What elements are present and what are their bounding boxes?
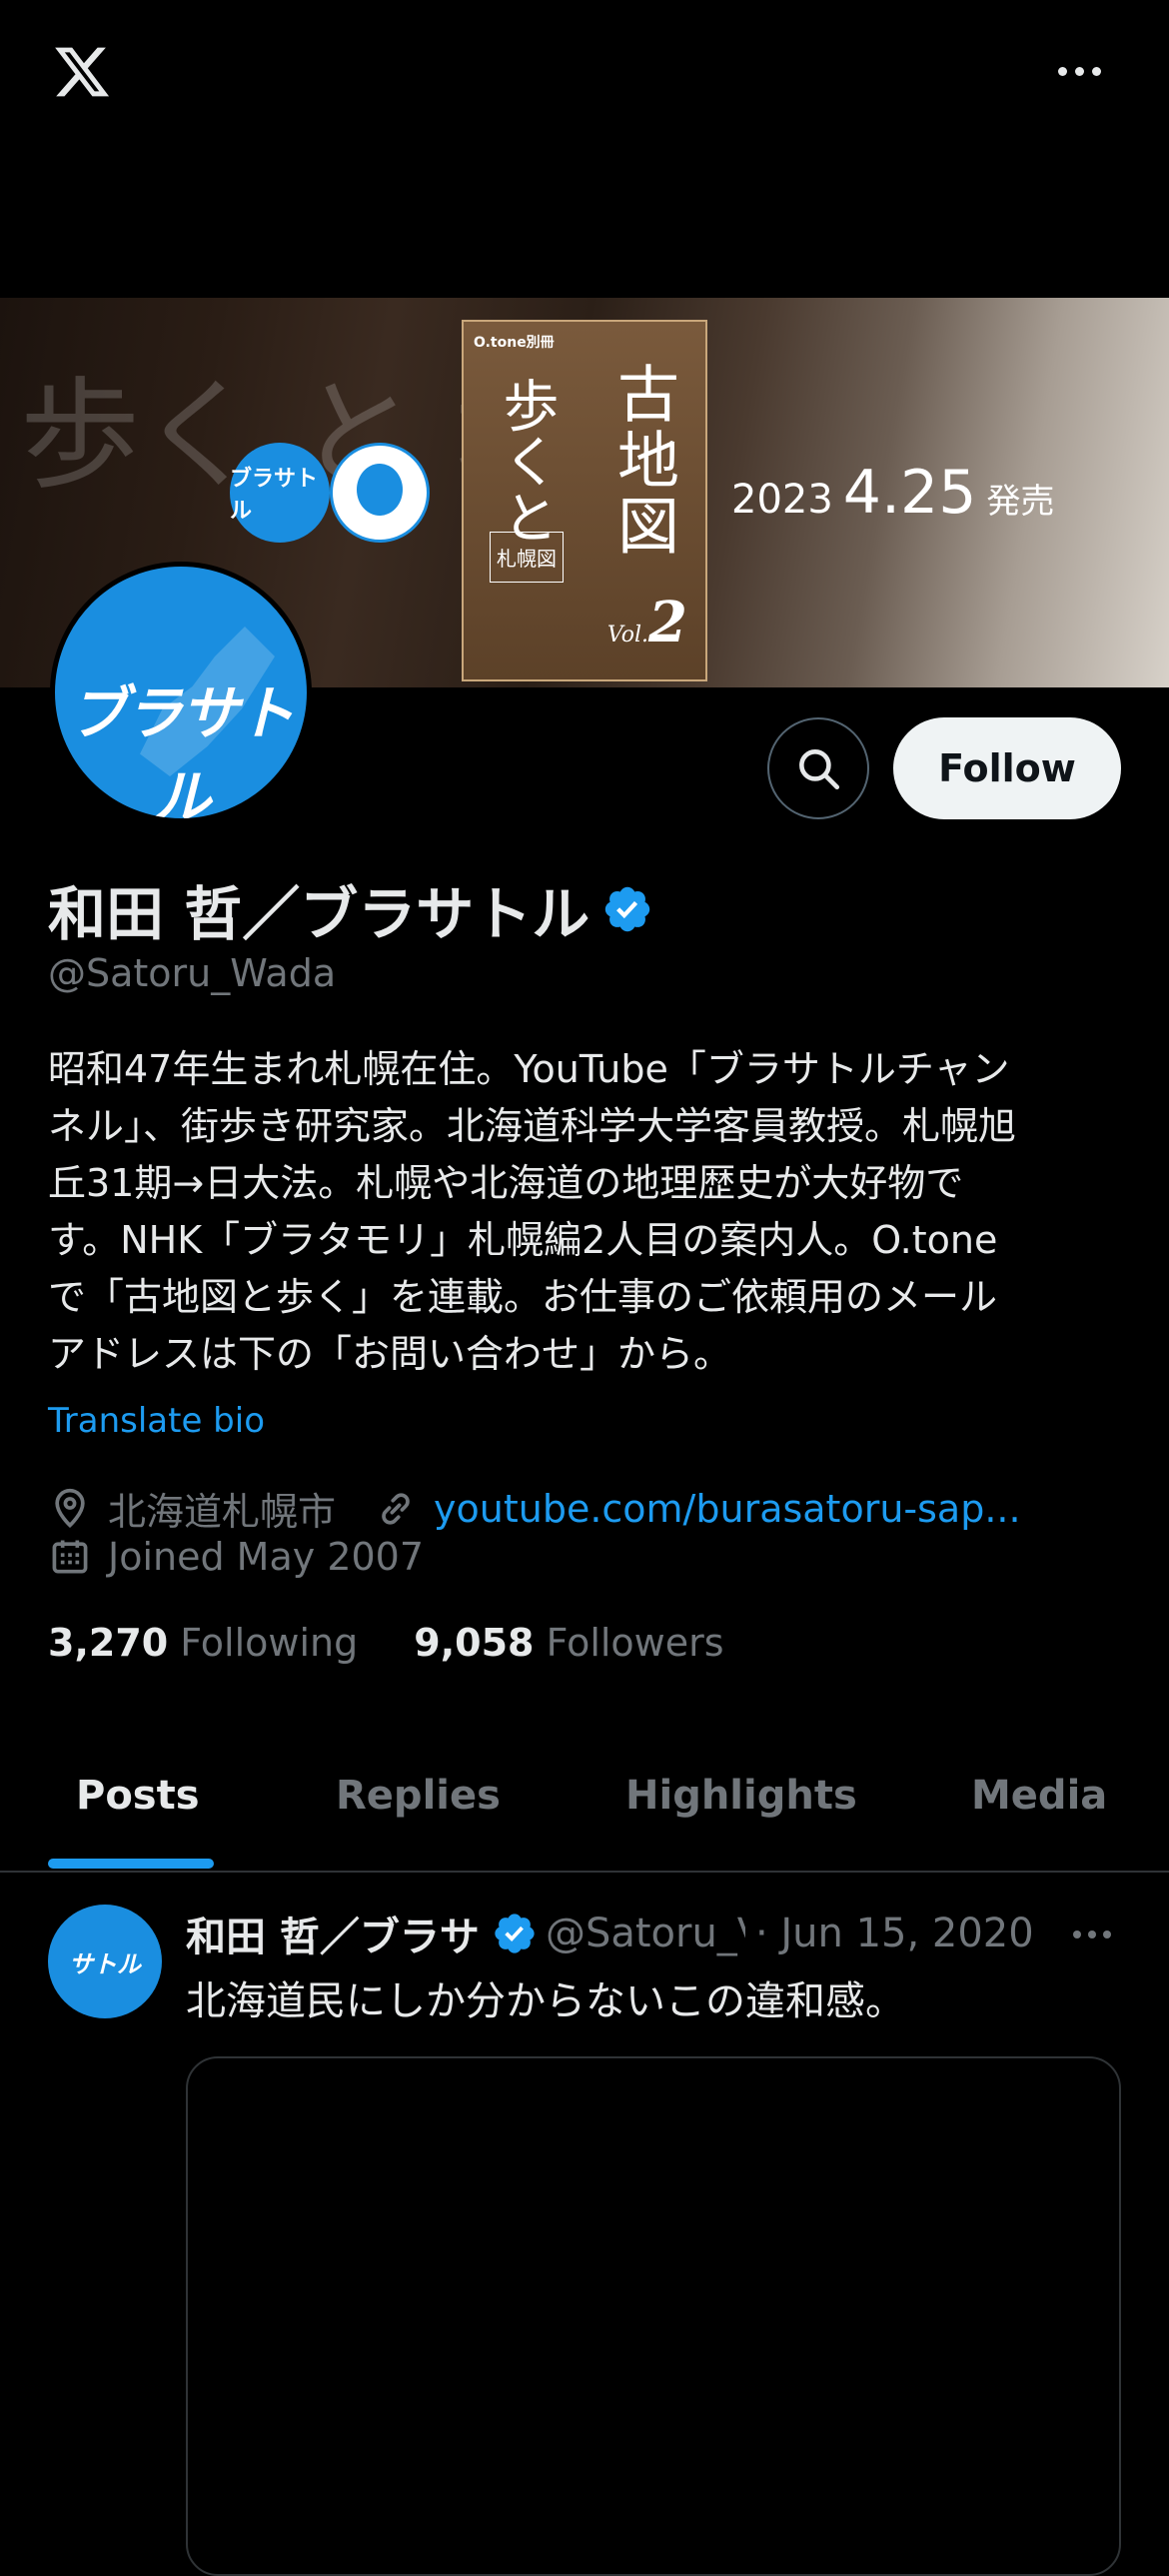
profile-location: 北海道札幌市 [108,1490,337,1534]
following-stat[interactable]: 3,270 Following [48,1621,358,1665]
post-author-name[interactable]: 和田 哲／ブラサ [186,1905,480,1962]
profile-name: 和田 哲／ブラサトル [48,880,590,948]
bio-text: 昭和47年生まれ札幌在住。YouTube「ブラサトルチャン ネル」、街歩き研究家… [48,1047,1017,1376]
book-subtitle: 札幌図 [490,532,564,583]
tab-highlights[interactable]: Highlights [625,1773,857,1819]
post-header: 和田 哲／ブラサ @Satoru_V · Jun 15, 2020 [186,1905,1085,1962]
banner-logo-badge: ブラサトル [230,443,330,543]
profile-name-row: 和田 哲／ブラサトル [48,867,653,951]
book-publisher: O.tone別冊 [474,335,555,351]
following-count: 3,270 [48,1621,169,1665]
profile-joined-date: Joined May 2007 [108,1535,425,1579]
followers-count: 9,058 [414,1621,535,1665]
banner-portrait-badge [330,443,430,543]
profile-avatar[interactable]: ブラサトル [50,562,312,823]
profile-tabs: Posts Replies Highlights Media [0,1739,1169,1873]
release-date: 2023 4.25 発売 [731,458,1054,528]
verified-icon [495,1914,535,1953]
more-options-icon[interactable] [1049,56,1109,86]
post-media[interactable] [186,2056,1121,2576]
release-year: 2023 [731,477,833,523]
link-icon [382,1492,410,1525]
post-date[interactable]: · Jun 15, 2020 [755,1911,1034,1956]
post-text: 北海道民にしか分からないこの違和感。 [186,1978,905,2024]
profile-meta-row: 北海道札幌市 youtube.com/burasatoru-sap... [48,1481,1021,1536]
post-more-icon[interactable] [1073,1931,1121,1942]
top-bar [0,0,1169,150]
tab-posts[interactable]: Posts [76,1773,200,1819]
book-cover: O.tone別冊 古地図 歩くと 札幌図 Vol.2 [462,320,707,681]
book-title-right: 古地図 [606,362,679,560]
post-item[interactable]: サトル 和田 哲／ブラサ @Satoru_V · Jun 15, 2020 北海… [0,1873,1169,2576]
release-month-day: 4.25 [842,458,977,528]
book-title-left: 歩くと [494,377,559,545]
profile-website-link[interactable]: youtube.com/burasatoru-sap... [434,1487,1021,1531]
location-icon [55,1488,85,1528]
book-volume-label: Vol. [606,623,649,647]
avatar-text: ブラサトル [68,679,295,823]
profile-handle: @Satoru_Wada [48,951,337,995]
search-icon [799,749,840,790]
x-logo-icon[interactable] [48,42,116,102]
verified-icon[interactable] [601,883,653,935]
book-volume: Vol.2 [607,590,687,655]
followers-stat[interactable]: 9,058 Followers [414,1621,723,1665]
following-label: Following [180,1621,359,1665]
follow-stats: 3,270 Following 9,058 Followers [48,1621,724,1665]
release-suffix: 発売 [986,482,1055,522]
search-button[interactable] [767,717,869,819]
followers-label: Followers [546,1621,724,1665]
follow-button[interactable]: Follow [893,717,1121,819]
tab-replies[interactable]: Replies [336,1773,501,1819]
calendar-icon [52,1540,88,1574]
post-author-avatar[interactable]: サトル [48,1905,162,2018]
tab-media[interactable]: Media [971,1773,1107,1819]
post-author-handle[interactable]: @Satoru_V [546,1911,745,1956]
profile-bio: 昭和47年生まれ札幌在住。YouTube「ブラサトルチャン ネル」、街歩き研究家… [48,1041,1127,1383]
translate-bio-link[interactable]: Translate bio [48,1401,265,1441]
book-volume-number: 2 [648,590,687,655]
profile-joined-row: Joined May 2007 [48,1535,424,1579]
active-tab-indicator [48,1859,214,1869]
